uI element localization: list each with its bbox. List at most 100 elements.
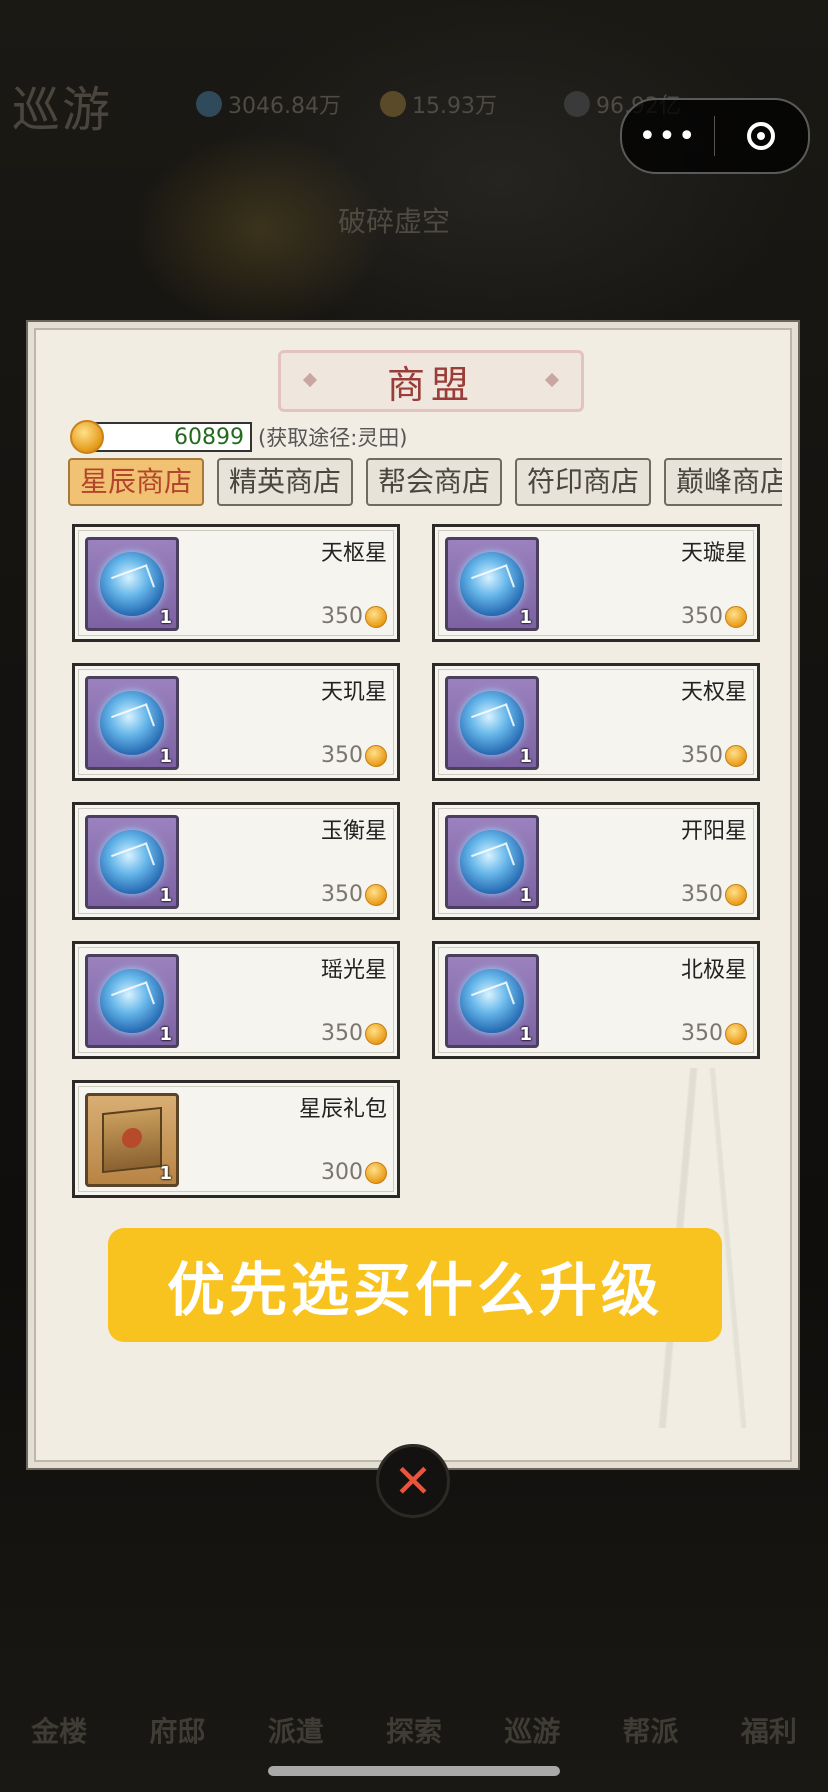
nav-item[interactable]: 巡游 xyxy=(482,1660,582,1750)
price-value: 350 xyxy=(681,882,723,907)
currency-source-hint: (获取途径:灵田) xyxy=(258,426,408,450)
item-quantity: 1 xyxy=(519,885,532,906)
coin-icon xyxy=(725,1022,747,1045)
coin-icon xyxy=(365,883,387,906)
currency-amount: 60899 xyxy=(174,424,244,450)
tab-elite-shop[interactable]: 精英商店 xyxy=(217,458,353,506)
item-name: 星辰礼包 xyxy=(298,1097,387,1122)
shop-title-frame: 商盟 xyxy=(278,350,584,412)
coin-icon xyxy=(365,605,387,628)
coin-icon xyxy=(365,1022,387,1045)
gourd-icon xyxy=(380,91,406,117)
tab-peak-shop[interactable]: 巅峰商店 xyxy=(664,458,782,506)
stat-value: 3046.84万 xyxy=(228,94,341,119)
diamond-ornament-icon xyxy=(302,372,318,388)
price-value: 350 xyxy=(681,743,723,768)
item-quantity: 1 xyxy=(159,607,172,628)
price-value: 350 xyxy=(681,604,723,629)
item-thumbnail: 1 xyxy=(85,954,179,1048)
nav-item[interactable]: 探索 xyxy=(364,1660,464,1750)
stat-value: 15.93万 xyxy=(412,94,497,119)
tab-seal-shop[interactable]: 符印商店 xyxy=(515,458,651,506)
price-value: 350 xyxy=(681,1021,723,1046)
coin-icon xyxy=(70,420,104,454)
item-name: 天玑星 xyxy=(320,680,387,705)
area-subtitle: 破碎虚空 xyxy=(338,205,451,238)
price-value: 300 xyxy=(321,1160,363,1185)
star-orb-icon xyxy=(460,969,524,1033)
item-thumbnail: 1 xyxy=(85,537,179,631)
item-quantity: 1 xyxy=(519,746,532,767)
caption-text: 优先选买什么升级 xyxy=(166,1256,663,1324)
price-value: 350 xyxy=(321,743,363,768)
shop-item-card[interactable]: 1 玉衡星 350 xyxy=(72,802,400,920)
star-orb-icon xyxy=(100,969,164,1033)
item-name: 天枢星 xyxy=(320,541,387,566)
item-name: 天璇星 xyxy=(680,541,747,566)
item-thumbnail: 1 xyxy=(85,676,179,770)
stat-gourd: 15.93万 xyxy=(380,88,497,120)
item-price: 350 xyxy=(681,1021,747,1046)
coin-icon xyxy=(725,605,747,628)
star-orb-icon xyxy=(460,830,524,894)
nav-item[interactable]: 帮派 xyxy=(601,1660,701,1750)
coin-icon xyxy=(365,744,387,767)
shop-item-card[interactable]: 1 北极星 350 xyxy=(432,941,760,1059)
star-orb-icon xyxy=(460,691,524,755)
star-orb-icon xyxy=(460,552,524,616)
item-quantity: 1 xyxy=(159,1024,172,1045)
item-quantity: 1 xyxy=(519,1024,532,1045)
shop-item-card[interactable]: 1 天权星 350 xyxy=(432,663,760,781)
spirit-stone-icon xyxy=(196,91,222,117)
target-icon xyxy=(747,122,775,150)
shop-item-card[interactable]: 1 瑶光星 350 xyxy=(72,941,400,1059)
exit-mini-program-button[interactable] xyxy=(715,122,807,150)
coin-icon xyxy=(725,883,747,906)
item-thumbnail: 1 xyxy=(85,1093,179,1187)
coin-icon xyxy=(725,744,747,767)
close-icon: ✕ xyxy=(393,1454,433,1508)
tab-star-shop[interactable]: 星辰商店 xyxy=(68,458,204,506)
item-price: 350 xyxy=(681,743,747,768)
item-name: 瑶光星 xyxy=(320,958,387,983)
diamond-ornament-icon xyxy=(544,372,560,388)
item-thumbnail: 1 xyxy=(445,676,539,770)
item-quantity: 1 xyxy=(159,885,172,906)
item-price: 300 xyxy=(321,1160,387,1185)
currency-display: 60899 (获取途径:灵田) xyxy=(70,420,407,454)
shop-item-card[interactable]: 1 天枢星 350 xyxy=(72,524,400,642)
shop-tabs: 星辰商店 精英商店 帮会商店 符印商店 巅峰商店 xyxy=(68,458,782,508)
item-quantity: 1 xyxy=(159,1163,172,1184)
nav-item[interactable]: 府邸 xyxy=(127,1660,227,1750)
shop-title: 商盟 xyxy=(386,362,475,407)
coin-icon xyxy=(365,1161,387,1184)
item-name: 开阳星 xyxy=(680,819,747,844)
currency-amount-box: 60899 xyxy=(86,422,252,452)
star-orb-icon xyxy=(100,691,164,755)
price-value: 350 xyxy=(321,604,363,629)
shop-item-card[interactable]: 1 星辰礼包 300 xyxy=(72,1080,400,1198)
item-quantity: 1 xyxy=(519,607,532,628)
shop-item-card[interactable]: 1 天璇星 350 xyxy=(432,524,760,642)
item-price: 350 xyxy=(681,882,747,907)
shop-item-card[interactable]: 1 开阳星 350 xyxy=(432,802,760,920)
item-price: 350 xyxy=(321,1021,387,1046)
item-name: 天权星 xyxy=(680,680,747,705)
item-thumbnail: 1 xyxy=(445,954,539,1048)
star-orb-icon xyxy=(100,552,164,616)
nav-item[interactable]: 派遣 xyxy=(246,1660,346,1750)
tab-guild-shop[interactable]: 帮会商店 xyxy=(366,458,502,506)
close-button[interactable]: ✕ xyxy=(376,1444,450,1518)
item-name: 玉衡星 xyxy=(320,819,387,844)
screen-title: 巡游 xyxy=(12,82,113,138)
nav-item[interactable]: 金楼 xyxy=(9,1660,109,1750)
bottom-nav: 金楼 府邸 派遣 探索 巡游 帮派 福利 xyxy=(0,1650,828,1760)
more-menu-button[interactable]: ••• xyxy=(622,119,714,154)
home-indicator[interactable] xyxy=(268,1766,560,1776)
item-name: 北极星 xyxy=(680,958,747,983)
price-value: 350 xyxy=(321,882,363,907)
nav-item[interactable]: 福利 xyxy=(719,1660,819,1750)
item-price: 350 xyxy=(681,604,747,629)
item-quantity: 1 xyxy=(159,746,172,767)
shop-item-card[interactable]: 1 天玑星 350 xyxy=(72,663,400,781)
